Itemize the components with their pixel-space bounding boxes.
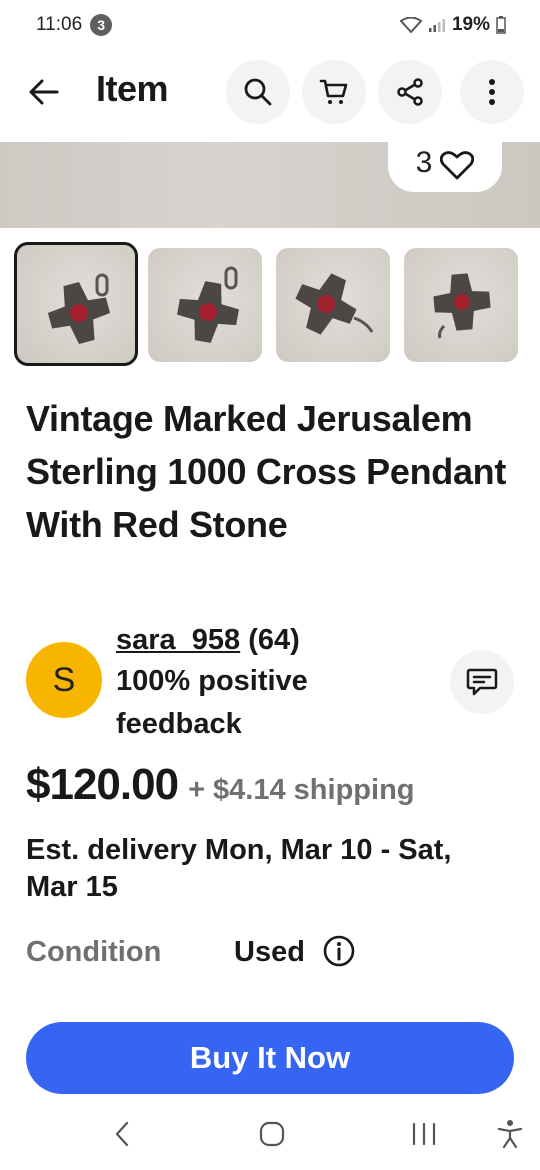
cart-button[interactable] xyxy=(302,60,366,124)
seller-name-line: sara_958 (64) xyxy=(116,624,300,657)
thumbnail-4[interactable] xyxy=(404,248,518,362)
search-button[interactable] xyxy=(226,60,290,124)
seller-avatar[interactable]: S xyxy=(26,642,102,718)
shipping-cost: + $4.14 shipping xyxy=(188,774,415,806)
status-time: 11:06 xyxy=(36,14,83,35)
seller-feedback-text: 100% positive feedback xyxy=(116,665,308,740)
info-icon[interactable] xyxy=(322,934,356,968)
wifi-icon xyxy=(399,17,422,33)
pendant-image xyxy=(47,273,111,345)
condition-label: Condition xyxy=(26,936,162,968)
share-icon xyxy=(397,78,423,106)
condition-value: Used xyxy=(234,936,305,968)
main-item-image[interactable]: 3 xyxy=(0,142,540,228)
pendant-image xyxy=(177,266,239,343)
watch-count-button[interactable]: 3 xyxy=(388,142,502,192)
item-price: $120.00 xyxy=(26,760,179,809)
accessibility-icon xyxy=(497,1120,523,1149)
battery-icon xyxy=(496,16,506,34)
listing-title: Vintage Marked Jerusalem Sterling 1000 C… xyxy=(26,398,507,545)
back-button[interactable] xyxy=(22,72,66,112)
pendant-image xyxy=(433,273,491,339)
watch-count: 3 xyxy=(415,146,433,179)
nav-back-button[interactable] xyxy=(102,1114,142,1154)
more-vert-icon xyxy=(489,79,495,105)
nav-home-icon xyxy=(259,1121,285,1147)
status-bar: 11:06 3 19% xyxy=(0,0,540,50)
nav-recents-icon xyxy=(412,1122,436,1146)
nav-recents-button[interactable] xyxy=(404,1114,444,1154)
thumbnail-strip xyxy=(14,242,526,368)
estimated-delivery: Est. delivery Mon, Mar 10 - Sat, Mar 15 xyxy=(26,834,452,903)
battery-percent: 19% xyxy=(451,14,490,35)
seller-feedback-count: (64) xyxy=(248,624,300,656)
nav-home-button[interactable] xyxy=(252,1114,292,1154)
thumbnail-2[interactable] xyxy=(148,248,262,362)
message-seller-button[interactable] xyxy=(450,650,514,714)
notification-count-badge: 3 xyxy=(90,14,113,36)
nav-accessibility-button[interactable] xyxy=(490,1114,530,1154)
more-options-button[interactable] xyxy=(460,60,524,124)
thumbnail-1[interactable] xyxy=(14,242,138,366)
signal-icon xyxy=(428,19,445,32)
back-arrow-icon xyxy=(29,79,59,105)
app-bar: Item xyxy=(0,56,540,128)
price-row: $120.00 + $4.14 shipping xyxy=(26,760,415,810)
nav-back-icon xyxy=(115,1121,129,1147)
thumbnail-image xyxy=(21,249,131,359)
status-left: 11:06 3 xyxy=(36,14,113,36)
cart-icon xyxy=(319,79,348,104)
thumbnail-3[interactable] xyxy=(276,248,390,362)
message-icon xyxy=(466,668,498,696)
condition-row: Condition Used xyxy=(26,932,516,972)
search-icon xyxy=(244,78,272,106)
heart-icon xyxy=(440,151,475,180)
share-button[interactable] xyxy=(378,60,442,124)
pendant-image xyxy=(295,273,374,335)
buy-it-now-button[interactable]: Buy It Now xyxy=(26,1022,514,1094)
page-title: Item xyxy=(96,68,169,109)
status-right: 19% xyxy=(399,14,506,36)
seller-info: S sara_958 (64) 100% positive feedback xyxy=(26,622,516,740)
system-nav-bar xyxy=(0,1094,540,1170)
seller-username-link[interactable]: sara_958 xyxy=(116,624,240,656)
